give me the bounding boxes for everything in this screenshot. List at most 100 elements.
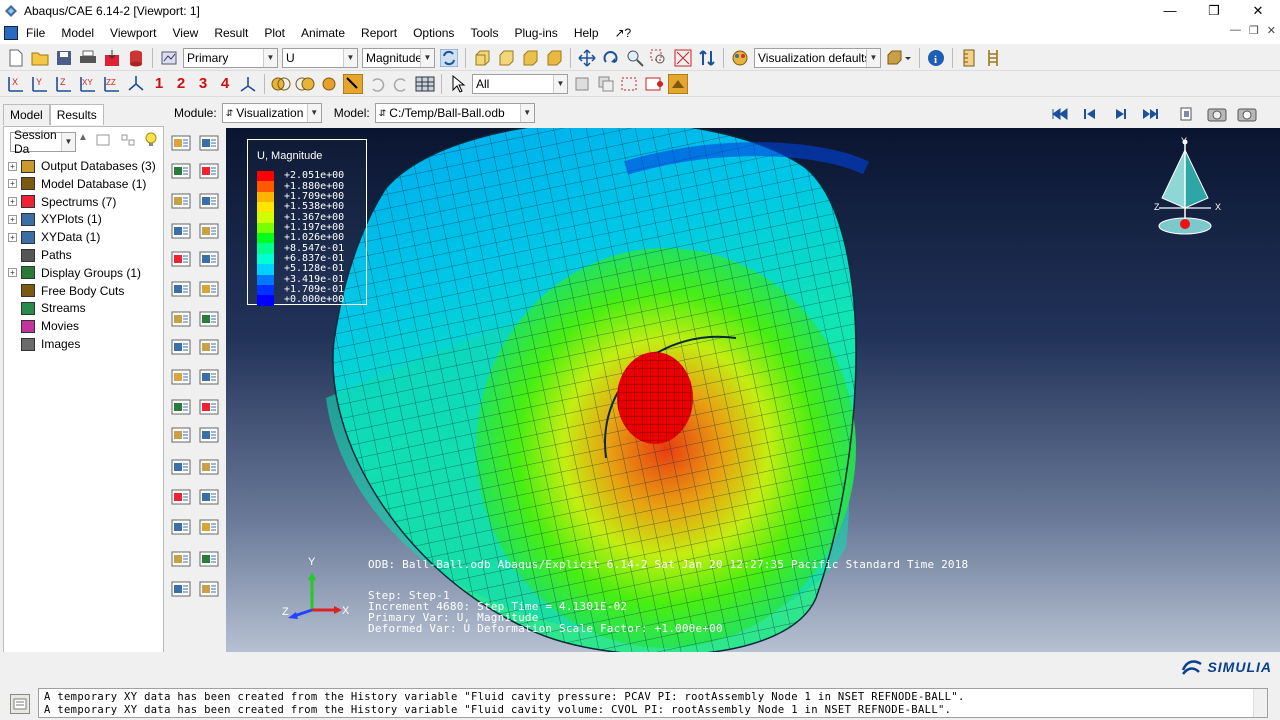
view-iso-icon[interactable] [543,47,565,69]
tab-model[interactable]: Model [3,104,50,125]
view-front-icon[interactable] [471,47,493,69]
database-save-icon[interactable] [125,47,147,69]
node-label-4[interactable]: 4 [214,75,236,92]
contour-lines-icon[interactable] [270,73,292,95]
contour-options-icon[interactable] [198,220,222,244]
tree-item-xydata[interactable]: + XYData (1) [8,228,100,246]
plot-undeformed-icon[interactable] [170,190,194,214]
triad-y-icon[interactable]: Y [29,73,51,95]
common-options-icon[interactable] [170,160,194,184]
step-combo[interactable]: Primary ▼ [183,47,278,68]
zoom-icon[interactable] [624,47,646,69]
animation-options-icon[interactable] [1176,103,1198,125]
expand-icon[interactable]: + [8,179,17,189]
triad-zz-icon[interactable]: ZZ [101,73,123,95]
triad-x-icon[interactable]: X [5,73,27,95]
menu-model[interactable]: Model [53,26,102,40]
viewport[interactable]: U, Magnitude +2.051e+00 +1.880e+00 +1.709e… [226,128,1280,652]
play-icon[interactable] [1109,103,1131,125]
tree-item-free-body-cuts[interactable]: Free Body Cuts [8,282,124,300]
lightbulb-icon[interactable] [144,132,158,151]
display-group-icon[interactable] [884,47,914,69]
first-frame-icon[interactable] [1049,103,1071,125]
menu-help[interactable]: Help [566,26,607,40]
undo-icon[interactable] [366,73,388,95]
view-back-icon[interactable] [495,47,517,69]
capture-movie-icon[interactable] [1206,103,1228,125]
triad-xy-icon[interactable]: XY [77,73,99,95]
ruler-icon[interactable] [958,47,980,69]
select-tool-icon[interactable] [342,73,364,95]
field-output-options-icon[interactable] [170,132,194,156]
mdi-minimize-button[interactable]: — [1230,24,1241,37]
redo-icon[interactable] [390,73,412,95]
create-display-group-icon[interactable] [170,486,194,510]
sync-icon[interactable] [438,47,460,69]
menu-file[interactable]: File [18,26,53,40]
new-file-icon[interactable] [5,47,27,69]
visualization-defaults-combo[interactable]: Visualization defaults ▼ [754,47,881,68]
symbol-options-icon[interactable] [198,248,222,272]
open-odb-icon[interactable] [101,47,123,69]
superimpose-options-icon[interactable] [198,160,222,184]
tree-item-paths[interactable]: Paths [8,246,72,264]
orientation-options-icon[interactable] [198,278,222,302]
expand-icon[interactable]: + [8,214,17,224]
menu-plugins[interactable]: Plug-ins [506,26,565,40]
create-xy-plot-icon[interactable] [170,396,194,420]
box-zoom-icon[interactable] [648,47,670,69]
expand-icon[interactable]: + [8,268,17,278]
tree-item-display-groups[interactable]: + Display Groups (1) [8,264,141,282]
select-icon-c[interactable] [619,73,641,95]
menu-result[interactable]: Result [206,26,256,40]
node-label-1[interactable]: 1 [148,75,170,92]
menu-tools[interactable]: Tools [462,26,506,40]
triad-z-icon[interactable]: Z [53,73,75,95]
animate-scale-icon[interactable] [170,308,194,332]
node-label-2[interactable]: 2 [170,75,192,92]
sort-arrows-icon[interactable]: ▲ [78,132,88,143]
component-combo[interactable]: Magnitude ▼ [362,47,435,68]
render-style-icon[interactable] [729,47,751,69]
tree-item-model-database[interactable]: + Model Database (1) [8,175,146,193]
display-group-manager-icon[interactable] [198,486,222,510]
expand-icon[interactable]: + [8,161,17,171]
xy-data-manager-icon[interactable] [198,366,222,390]
streams-create-icon[interactable] [170,548,194,572]
message-area-toggle-icon[interactable] [10,694,30,714]
create-path-icon[interactable] [170,424,194,448]
csys-icon[interactable] [237,73,259,95]
node-label-3[interactable]: 3 [192,75,214,92]
variable-combo[interactable]: U ▼ [282,47,358,68]
minimize-button[interactable]: — [1148,0,1192,22]
module-combo[interactable]: ⇵ Visualization ▼ [221,103,322,123]
create-xy-data-icon[interactable] [170,366,194,390]
field-output-icon[interactable] [158,47,180,69]
contour-bands-icon[interactable] [294,73,316,95]
menu-viewport[interactable]: Viewport [102,26,164,40]
selection-filter-combo[interactable]: All ▼ [472,73,568,94]
grid-icon[interactable] [414,73,436,95]
close-button[interactable]: ✕ [1236,0,1280,22]
free-body-cut-icon[interactable] [170,456,194,480]
contour-legend[interactable]: U, Magnitude +2.051e+00 +1.880e+00 +1.709e… [247,139,367,306]
plot-contours-icon[interactable] [170,220,194,244]
capture-image-icon[interactable] [1236,103,1258,125]
probe-values-icon[interactable] [198,132,222,156]
last-frame-icon[interactable] [1139,103,1161,125]
previous-frame-icon[interactable] [1079,103,1101,125]
expand-icon[interactable]: + [8,197,17,207]
plot-deformed-icon[interactable] [198,190,222,214]
path-manager-icon[interactable] [198,424,222,448]
select-icon-d[interactable] [643,73,665,95]
animate-time-icon[interactable] [198,308,222,332]
menu-report[interactable]: Report [353,26,405,40]
message-scrollbar[interactable] [1253,689,1267,717]
select-icon-a[interactable] [571,73,593,95]
cycle-views-icon[interactable] [696,47,718,69]
select-icon-e[interactable] [667,73,689,95]
tab-results[interactable]: Results [49,104,104,125]
session-data-combo[interactable]: Session Da ▼ [10,128,76,156]
view-cut-icon[interactable] [170,516,194,540]
menu-plot[interactable]: Plot [256,26,293,40]
